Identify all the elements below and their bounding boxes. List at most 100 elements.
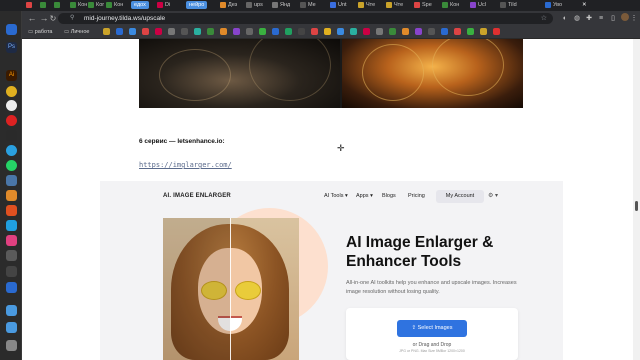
extension-icon[interactable]: ◐ (560, 13, 570, 24)
bookmark-icon[interactable] (194, 28, 201, 35)
bookmark-icon[interactable] (454, 28, 461, 35)
extension-icon[interactable]: ◍ (572, 13, 582, 24)
bookmark-icon[interactable] (402, 28, 409, 35)
app-icon[interactable] (6, 235, 17, 246)
app-icon[interactable] (6, 282, 17, 293)
vk-icon[interactable] (6, 175, 17, 186)
tab-group-neuro[interactable]: нейро (186, 1, 208, 9)
app-icon (246, 1, 252, 8)
bookmark-icon[interactable] (389, 28, 396, 35)
tab-17[interactable]: Ucl (470, 1, 486, 10)
yandex-browser-icon[interactable] (6, 100, 17, 111)
bookmark-icon[interactable] (220, 28, 227, 35)
bookmark-icon[interactable] (311, 28, 318, 35)
bookmark-icon[interactable] (233, 28, 240, 35)
settings-gear-icon[interactable] (6, 266, 17, 277)
bookmark-icon[interactable] (168, 28, 175, 35)
tab-14[interactable]: Чте (386, 1, 403, 10)
folder-icon: ▭ (28, 29, 35, 35)
opera-icon[interactable] (6, 115, 17, 126)
bookmark-icon[interactable] (207, 28, 214, 35)
tab-label: Ког (96, 2, 105, 8)
tab-4[interactable]: Кон (70, 1, 87, 10)
bookmark-icon[interactable] (155, 28, 162, 35)
tab-5[interactable]: Ког (88, 1, 104, 10)
bookmark-folder-personal[interactable]: ▭ Личное (64, 28, 89, 36)
downloads-folder-icon[interactable] (6, 305, 17, 316)
bookmark-icon[interactable] (480, 28, 487, 35)
app-icon[interactable] (6, 220, 17, 231)
tab-12[interactable]: Unt (330, 1, 347, 10)
telegram-icon[interactable] (6, 145, 17, 156)
bookmark-icon[interactable] (415, 28, 422, 35)
bookmark-icon[interactable] (376, 28, 383, 35)
page-scrollbar[interactable] (633, 39, 640, 360)
bookmark-icon[interactable] (272, 28, 279, 35)
tab-13[interactable]: Чте (358, 1, 375, 10)
kebab-menu-icon[interactable]: ⋮ (630, 13, 638, 24)
tab-18[interactable]: Tild (500, 1, 517, 10)
bookmark-icon[interactable] (129, 28, 136, 35)
app-icon[interactable] (6, 130, 17, 141)
scrollbar-thumb[interactable] (635, 201, 638, 211)
bookmark-icon[interactable] (285, 28, 292, 35)
tab-9[interactable]: ups (246, 1, 263, 10)
tab-1[interactable] (26, 1, 34, 10)
app-icon[interactable] (6, 250, 17, 261)
bookmark-icon[interactable] (493, 28, 500, 35)
finder-icon[interactable] (6, 24, 17, 35)
profile-avatar[interactable] (620, 13, 630, 24)
bookmark-folder-work[interactable]: ▭ работа (28, 28, 52, 36)
folder-icon[interactable] (6, 322, 17, 333)
tab-11[interactable]: Ме (300, 1, 316, 10)
media-icon[interactable]: ≡ (596, 13, 606, 24)
whatsapp-icon[interactable] (6, 160, 17, 171)
site-info-icon[interactable]: ⚲ (70, 13, 74, 24)
ornament (432, 39, 504, 96)
bookmark-icon[interactable] (103, 28, 110, 35)
tab-7[interactable]: Di (157, 1, 170, 10)
sidebar-icon[interactable]: ▯ (608, 13, 618, 24)
tab-label: Кон (450, 2, 460, 8)
app-icon[interactable] (6, 190, 17, 201)
tab-10[interactable]: Янд (272, 1, 290, 10)
imglarger-link[interactable]: https://imglarger.com/ (139, 161, 232, 169)
tab-2[interactable] (40, 1, 48, 10)
chrome-icon[interactable] (6, 86, 17, 97)
bookmark-icon[interactable] (350, 28, 357, 35)
bookmark-icon[interactable] (324, 28, 331, 35)
tab-group-edoh[interactable]: едох (131, 1, 149, 9)
bookmark-icon[interactable] (142, 28, 149, 35)
trash-icon[interactable] (6, 340, 17, 351)
puzzle-extensions-icon[interactable]: ✚ (584, 13, 594, 24)
bookmark-icon[interactable] (298, 28, 305, 35)
reload-icon[interactable]: ↻ (48, 13, 58, 24)
tab-15[interactable]: Spe (414, 1, 432, 10)
back-arrow-icon[interactable]: ← (27, 13, 37, 24)
photoshop-icon[interactable]: Ps (6, 42, 17, 53)
bookmark-icon[interactable] (441, 28, 448, 35)
address-bar[interactable]: ⚲ mid-journey.tilda.ws/upscale ☆ (58, 13, 553, 24)
upload-card: ⇪ Select Images or Drag and Drop JPG or … (346, 308, 518, 360)
tab-label: Кон (114, 2, 124, 8)
bookmark-star-icon[interactable]: ☆ (541, 13, 547, 24)
app-icon[interactable] (6, 205, 17, 216)
bookmark-icon[interactable] (259, 28, 266, 35)
tab-label: ups (254, 2, 263, 8)
bookmark-icon[interactable] (246, 28, 253, 35)
tab-6[interactable]: Кон (106, 1, 123, 10)
bookmark-icon[interactable] (428, 28, 435, 35)
language-settings-icon: ⚙ ▾ (488, 193, 499, 199)
tab-3[interactable] (54, 1, 62, 10)
illustrator-icon[interactable]: Ai (6, 70, 17, 81)
bookmark-icon[interactable] (363, 28, 370, 35)
new-tab-close-icon[interactable]: ✕ (582, 1, 587, 10)
right-lens (235, 281, 261, 300)
bookmark-icon[interactable] (467, 28, 474, 35)
bookmark-icon[interactable] (337, 28, 344, 35)
tab-19[interactable]: Уво (545, 1, 562, 10)
bookmark-icon[interactable] (181, 28, 188, 35)
tab-16[interactable]: Кон (442, 1, 459, 10)
bookmark-icon[interactable] (116, 28, 123, 35)
tab-8[interactable]: Дез (220, 1, 237, 10)
